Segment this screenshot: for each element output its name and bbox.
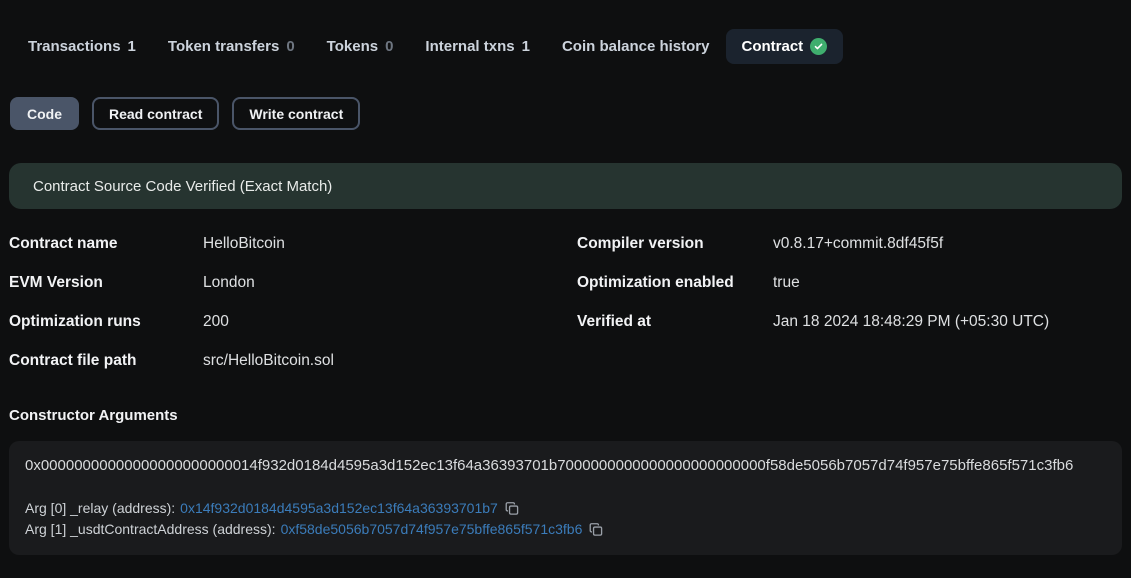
tab-label: Tokens <box>327 38 378 55</box>
verified-banner-text: Contract Source Code Verified (Exact Mat… <box>33 178 332 195</box>
copy-icon[interactable] <box>589 522 603 537</box>
arg-prefix: Arg [1] _usdtContractAddress (address): <box>25 519 276 540</box>
verified-at-value: Jan 18 2024 18:48:29 PM (+05:30 UTC) <box>773 313 1122 331</box>
info-label: Compiler version <box>577 235 773 253</box>
tab-label: Internal txns <box>425 38 514 55</box>
tab-label: Token transfers <box>168 38 279 55</box>
tab-label: Contract <box>742 38 804 55</box>
tab-contract[interactable]: Contract <box>726 29 844 64</box>
constructor-arguments-heading: Constructor Arguments <box>9 407 1122 424</box>
tab-count: 0 <box>385 38 393 55</box>
info-label: Contract file path <box>9 352 203 370</box>
contract-page: Transactions 1 Token transfers 0 Tokens … <box>0 0 1131 555</box>
code-button[interactable]: Code <box>10 97 79 130</box>
copy-icon[interactable] <box>505 501 519 516</box>
verified-check-icon <box>810 38 827 55</box>
tab-tokens[interactable]: Tokens 0 <box>311 29 410 64</box>
evm-version-value: London <box>203 274 577 292</box>
tab-count: 1 <box>128 38 136 55</box>
info-label: Optimization runs <box>9 313 203 331</box>
tab-count: 1 <box>522 38 530 55</box>
tab-count: 0 <box>286 38 294 55</box>
tab-label: Coin balance history <box>562 38 710 55</box>
read-contract-button[interactable]: Read contract <box>92 97 219 130</box>
contract-subtabs: Code Read contract Write contract <box>0 64 1131 130</box>
arg-address-link[interactable]: 0x14f932d0184d4595a3d152ec13f64a36393701… <box>180 498 498 519</box>
constructor-arg-row: Arg [1] _usdtContractAddress (address): … <box>25 519 1106 540</box>
contract-file-path-value: src/HelloBitcoin.sol <box>203 352 577 370</box>
tab-bar: Transactions 1 Token transfers 0 Tokens … <box>0 0 1131 64</box>
optimization-enabled-value: true <box>773 274 1122 292</box>
tab-token-transfers[interactable]: Token transfers 0 <box>152 29 311 64</box>
arg-prefix: Arg [0] _relay (address): <box>25 498 175 519</box>
tab-coin-balance-history[interactable]: Coin balance history <box>546 29 726 64</box>
contract-name-value: HelloBitcoin <box>203 235 577 253</box>
arg-address-link[interactable]: 0xf58de5056b7057d74f957e75bffe865f571c3f… <box>281 519 583 540</box>
optimization-runs-value: 200 <box>203 313 577 331</box>
verified-banner: Contract Source Code Verified (Exact Mat… <box>9 163 1122 209</box>
constructor-arg-row: Arg [0] _relay (address): 0x14f932d0184d… <box>25 498 1106 519</box>
tab-label: Transactions <box>28 38 121 55</box>
compiler-version-value: v0.8.17+commit.8df45f5f <box>773 235 1122 253</box>
info-label: Contract name <box>9 235 203 253</box>
tab-internal-txns[interactable]: Internal txns 1 <box>409 29 546 64</box>
constructor-args-list: Arg [0] _relay (address): 0x14f932d0184d… <box>25 498 1106 540</box>
constructor-arguments-box: 0x00000000000000000000000014f932d0184d45… <box>9 441 1122 555</box>
write-contract-button[interactable]: Write contract <box>232 97 360 130</box>
tab-transactions[interactable]: Transactions 1 <box>12 29 152 64</box>
info-label: Verified at <box>577 313 773 331</box>
constructor-raw-hex: 0x00000000000000000000000014f932d0184d45… <box>25 457 1106 475</box>
contract-info-grid: Contract name HelloBitcoin Compiler vers… <box>9 235 1122 370</box>
info-label: EVM Version <box>9 274 203 292</box>
info-label: Optimization enabled <box>577 274 773 292</box>
